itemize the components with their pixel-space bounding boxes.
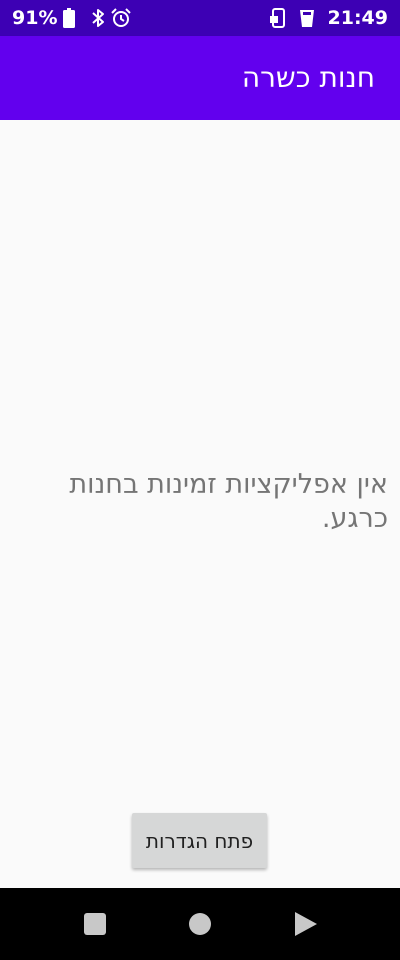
status-left: 91%	[12, 0, 132, 36]
back-button[interactable]	[276, 888, 336, 960]
battery-percent: 91%	[12, 7, 58, 29]
back-icon	[295, 912, 317, 936]
notification-icon	[299, 8, 314, 28]
recents-button[interactable]	[65, 888, 125, 960]
recents-icon	[84, 913, 106, 935]
home-button[interactable]	[170, 888, 230, 960]
home-icon	[189, 913, 211, 935]
main-content: אין אפליקציות זמינות בחנות כרגע. פתח הגד…	[0, 120, 400, 888]
phone-sync-icon	[269, 8, 286, 28]
battery-icon	[63, 8, 76, 28]
app-bar: חנות כשרה	[0, 36, 400, 120]
empty-state-message: אין אפליקציות זמינות בחנות כרגע.	[69, 469, 388, 534]
open-settings-button[interactable]: פתח הגדרות	[132, 813, 267, 868]
status-right: 21:49	[269, 0, 388, 36]
status-bar: 91% 21:49	[0, 0, 400, 36]
app-title: חנות כשרה	[241, 61, 375, 94]
alarm-icon	[111, 8, 132, 28]
navigation-bar	[0, 888, 400, 960]
bluetooth-icon	[91, 8, 105, 28]
clock-time: 21:49	[327, 7, 388, 29]
